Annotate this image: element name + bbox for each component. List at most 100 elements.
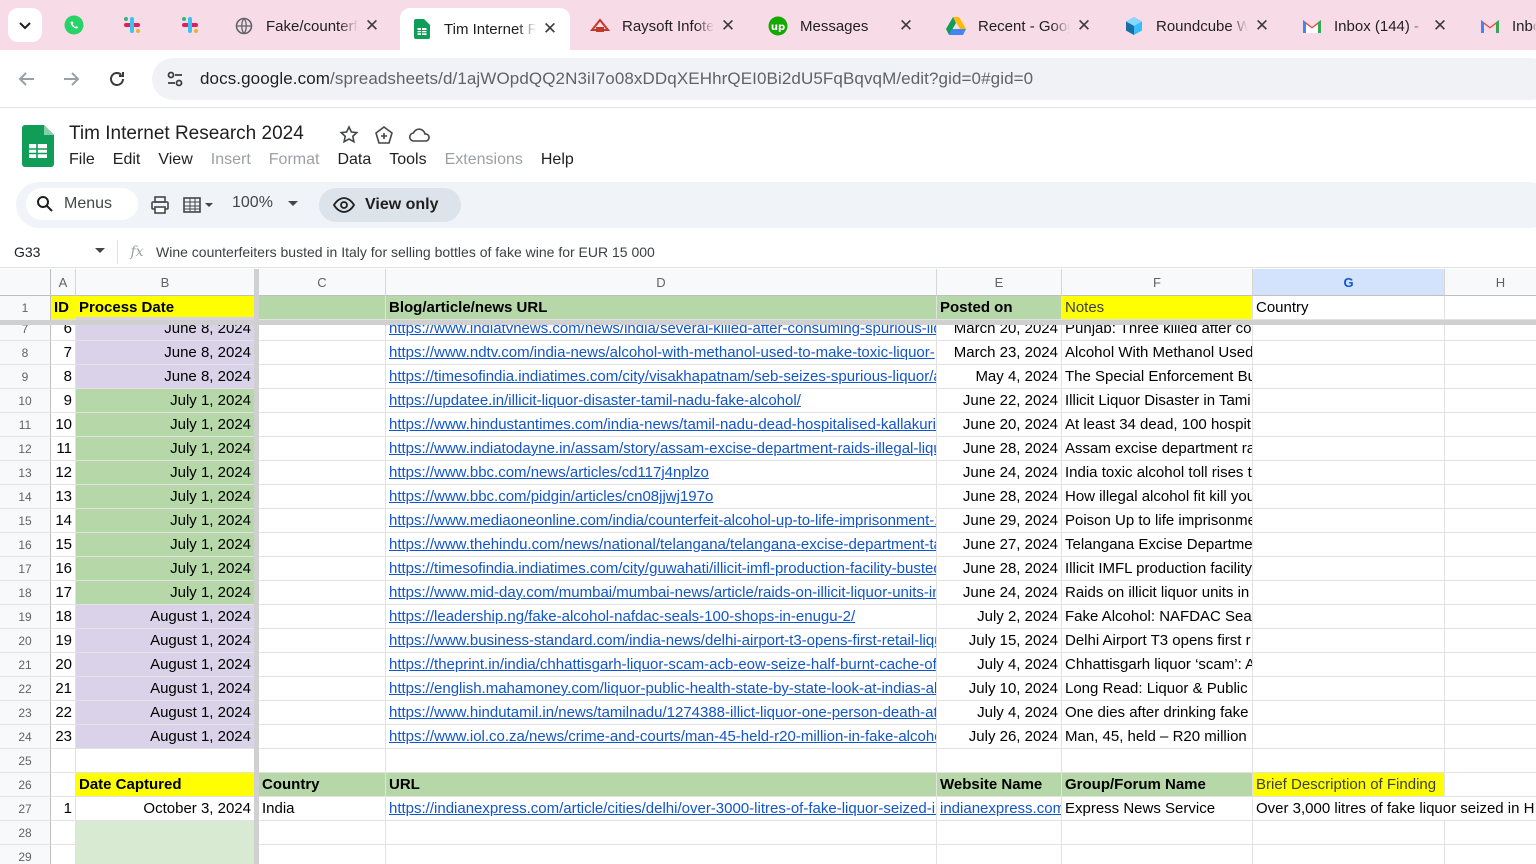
empty-cell[interactable] (1062, 749, 1253, 773)
notes-cell[interactable]: Telangana Excise Departme (1062, 533, 1253, 557)
close-icon[interactable]: ✕ (896, 16, 916, 36)
empty-cell[interactable] (1253, 845, 1445, 864)
process-date-cell[interactable]: July 1, 2024 (76, 389, 255, 413)
date-captured-cell[interactable]: October 3, 2024 (76, 797, 255, 821)
country-cell[interactable] (1253, 485, 1445, 509)
posted-on-cell[interactable]: July 10, 2024 (937, 677, 1062, 701)
country-cell[interactable] (1253, 629, 1445, 653)
sheets-logo-icon[interactable] (22, 125, 54, 167)
formula-content[interactable]: Wine counterfeiters busted in Italy for … (156, 244, 655, 260)
empty-cell[interactable] (1445, 437, 1536, 461)
url-link-cell[interactable]: https://updatee.in/illicit-liquor-disast… (386, 389, 937, 413)
group-forum-cell[interactable]: Express News Service (1062, 797, 1253, 821)
url-link-cell[interactable]: https://www.indiatodayne.in/assam/story/… (386, 437, 937, 461)
url-link-cell[interactable]: https://www.hindutamil.in/news/tamilnadu… (386, 701, 937, 725)
url-link-cell[interactable]: https://indianexpress.com/article/cities… (386, 797, 937, 821)
empty-cell[interactable] (1445, 581, 1536, 605)
notes-cell[interactable]: Illicit IMFL production facility (1062, 557, 1253, 581)
header-cell-group-forum[interactable]: Group/Forum Name (1062, 773, 1253, 797)
url-link-cell[interactable]: https://www.thehindu.com/news/national/t… (386, 533, 937, 557)
posted-on-cell[interactable]: June 28, 2024 (937, 485, 1062, 509)
row-number[interactable]: 9 (0, 365, 51, 389)
country-cell[interactable] (1253, 557, 1445, 581)
empty-cell[interactable] (937, 845, 1062, 864)
empty-cell[interactable] (259, 629, 386, 653)
id-cell[interactable]: 10 (51, 413, 76, 437)
empty-cell[interactable] (51, 821, 76, 845)
brief-description-cell[interactable]: Over 3,000 litres of fake liquor seized … (1253, 797, 1536, 821)
process-date-cell[interactable]: July 1, 2024 (76, 437, 255, 461)
empty-cell[interactable] (259, 533, 386, 557)
notes-cell[interactable]: Fake Alcohol: NAFDAC Sea (1062, 605, 1253, 629)
row-number[interactable]: 10 (0, 389, 51, 413)
tab-tim-internet-research[interactable]: Tim Internet Research ✕ (400, 8, 570, 50)
website-name-cell[interactable]: indianexpress.com (937, 797, 1062, 821)
process-date-cell[interactable]: July 1, 2024 (76, 509, 255, 533)
document-title[interactable]: Tim Internet Research 2024 (69, 123, 304, 145)
tab-raysoft[interactable]: Raysoft Infotech ✕ (578, 8, 748, 44)
address-bar[interactable]: docs.google.com/spreadsheets/d/1ajWOpdQQ… (152, 58, 1536, 100)
url-link-cell[interactable]: https://www.mediaoneonline.com/india/cou… (386, 509, 937, 533)
process-date-cell[interactable]: June 8, 2024 (76, 341, 255, 365)
empty-cell[interactable] (76, 821, 255, 845)
frozen-column-divider[interactable] (254, 269, 259, 864)
url-link-cell[interactable]: https://theprint.in/india/chhattisgarh-l… (386, 653, 937, 677)
empty-cell[interactable] (1445, 413, 1536, 437)
empty-cell[interactable] (259, 845, 386, 864)
empty-cell[interactable] (1445, 557, 1536, 581)
row-number[interactable]: 13 (0, 461, 51, 485)
menu-edit[interactable]: Edit (113, 151, 141, 169)
empty-cell[interactable] (1062, 845, 1253, 864)
close-icon[interactable]: ✕ (1074, 16, 1094, 36)
id-cell[interactable]: 17 (51, 581, 76, 605)
close-icon[interactable]: ✕ (540, 19, 560, 39)
row-number[interactable]: 17 (0, 557, 51, 581)
close-icon[interactable]: ✕ (718, 16, 738, 36)
posted-on-cell[interactable]: June 24, 2024 (937, 461, 1062, 485)
cloud-saved-icon[interactable] (408, 123, 432, 147)
column-header-d[interactable]: D (386, 269, 937, 296)
url-link-cell[interactable]: https://timesofindia.indiatimes.com/city… (386, 557, 937, 581)
country-cell[interactable] (1253, 365, 1445, 389)
process-date-cell[interactable]: August 1, 2024 (76, 725, 255, 749)
row-number[interactable]: 28 (0, 821, 51, 845)
posted-on-cell[interactable]: July 26, 2024 (937, 725, 1062, 749)
posted-on-cell[interactable]: May 4, 2024 (937, 365, 1062, 389)
row-number[interactable]: 22 (0, 677, 51, 701)
forward-button[interactable] (54, 62, 88, 96)
column-header-e[interactable]: E (937, 269, 1062, 296)
notes-cell[interactable]: How illegal alcohol fit kill you (1062, 485, 1253, 509)
tab-search-button[interactable] (8, 8, 42, 42)
notes-cell[interactable]: Illicit Liquor Disaster in Tami (1062, 389, 1253, 413)
country-cell[interactable] (1253, 581, 1445, 605)
empty-cell[interactable] (1445, 677, 1536, 701)
close-icon[interactable]: ✕ (1252, 16, 1272, 36)
menu-tools[interactable]: Tools (389, 151, 426, 169)
empty-cell[interactable] (1445, 389, 1536, 413)
process-date-cell[interactable]: July 1, 2024 (76, 533, 255, 557)
process-date-cell[interactable]: July 1, 2024 (76, 413, 255, 437)
notes-cell[interactable]: Man, 45, held – R20 million (1062, 725, 1253, 749)
id-cell[interactable]: 7 (51, 341, 76, 365)
empty-cell[interactable] (1253, 821, 1445, 845)
view-only-button[interactable]: View only (319, 188, 461, 222)
row-number[interactable]: 23 (0, 701, 51, 725)
notes-cell[interactable]: Delhi Airport T3 opens first r (1062, 629, 1253, 653)
row-number[interactable]: 24 (0, 725, 51, 749)
notes-cell[interactable]: India toxic alcohol toll rises t (1062, 461, 1253, 485)
empty-cell[interactable] (1445, 509, 1536, 533)
posted-on-cell[interactable]: July 4, 2024 (937, 653, 1062, 677)
empty-cell[interactable] (259, 365, 386, 389)
empty-cell[interactable] (259, 557, 386, 581)
row-number[interactable]: 19 (0, 605, 51, 629)
header-cell-date-captured[interactable]: Date Captured (76, 773, 255, 797)
search-menus-button[interactable]: Menus (26, 188, 138, 220)
process-date-cell[interactable]: July 1, 2024 (76, 557, 255, 581)
back-button[interactable] (10, 62, 44, 96)
close-icon[interactable]: ✕ (1430, 16, 1450, 36)
country-cell[interactable] (1253, 509, 1445, 533)
empty-cell[interactable] (1445, 485, 1536, 509)
process-date-cell[interactable]: July 1, 2024 (76, 581, 255, 605)
empty-cell[interactable] (1445, 653, 1536, 677)
empty-cell[interactable] (51, 845, 76, 864)
